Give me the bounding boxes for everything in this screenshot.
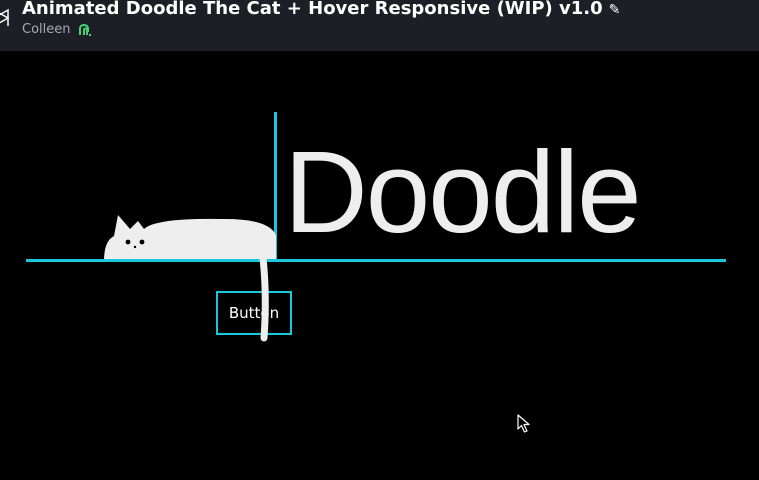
author-name[interactable]: Colleen [22, 22, 71, 37]
pen-header: Animated Doodle The Cat + Hover Responsi… [0, 0, 759, 51]
doodle-button[interactable]: Button [216, 291, 292, 335]
author-row: Colleen [22, 21, 92, 39]
pencil-icon[interactable]: ✎ [609, 0, 621, 23]
pro-badge-icon [78, 23, 91, 36]
horizontal-accent-line [26, 259, 726, 262]
pen-title: Animated Doodle The Cat + Hover Responsi… [22, 0, 620, 23]
mouse-cursor-icon [517, 414, 530, 433]
preview-stage: Doodle Button [0, 51, 759, 480]
pen-title-text: Animated Doodle The Cat + Hover Responsi… [22, 0, 603, 19]
codepen-logo-icon[interactable] [0, 6, 16, 30]
doodle-heading: Doodle [284, 127, 642, 257]
